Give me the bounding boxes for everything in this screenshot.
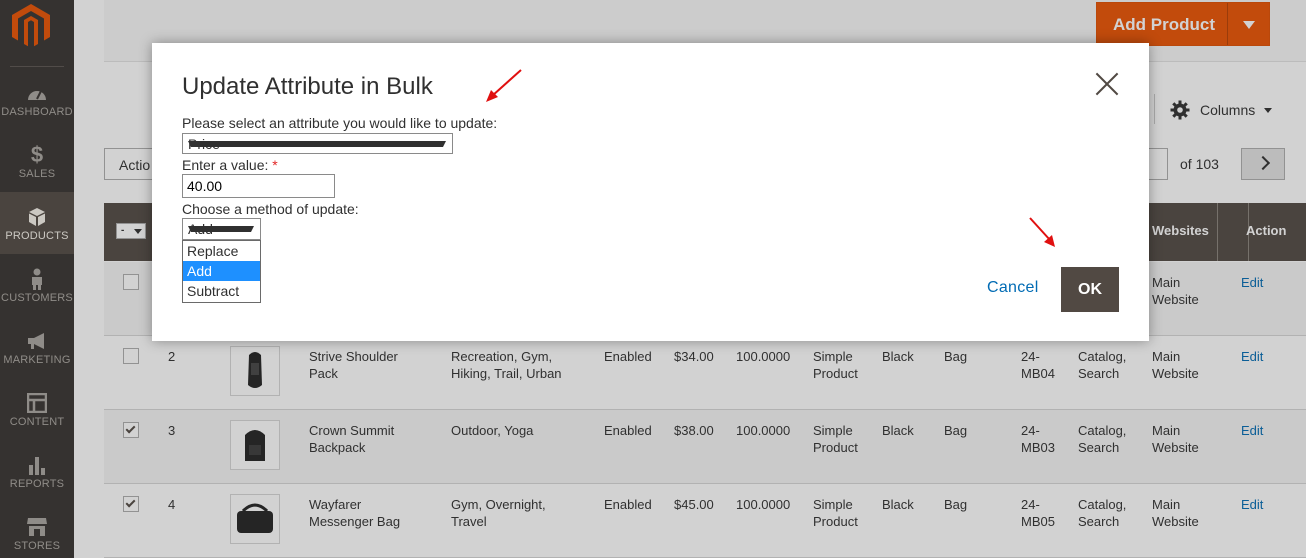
chevron-down-icon bbox=[188, 226, 254, 232]
method-select-label: Choose a method of update: bbox=[182, 201, 359, 217]
cancel-button[interactable]: Cancel bbox=[987, 279, 1039, 297]
value-input[interactable] bbox=[182, 174, 335, 198]
value-label: Enter a value: * bbox=[182, 157, 278, 173]
ok-button[interactable]: OK bbox=[1061, 267, 1119, 312]
update-attribute-modal: Update Attribute in Bulk Please select a… bbox=[152, 43, 1149, 341]
chevron-down-icon bbox=[188, 141, 446, 147]
annotation-arrow-icon bbox=[486, 69, 522, 102]
method-option-add[interactable]: Add bbox=[183, 261, 260, 281]
required-marker: * bbox=[272, 157, 278, 173]
method-select[interactable]: Add bbox=[182, 218, 261, 240]
attribute-select-label: Please select an attribute you would lik… bbox=[182, 115, 498, 131]
annotation-arrow-icon bbox=[1029, 217, 1055, 247]
value-label-text: Enter a value: bbox=[182, 157, 269, 173]
method-dropdown-list: Replace Add Subtract bbox=[182, 240, 261, 303]
method-option-subtract[interactable]: Subtract bbox=[183, 281, 260, 301]
modal-title: Update Attribute in Bulk bbox=[182, 73, 433, 100]
attribute-select[interactable]: Price bbox=[182, 133, 453, 154]
close-icon[interactable] bbox=[1094, 71, 1120, 97]
method-option-replace[interactable]: Replace bbox=[183, 241, 260, 261]
